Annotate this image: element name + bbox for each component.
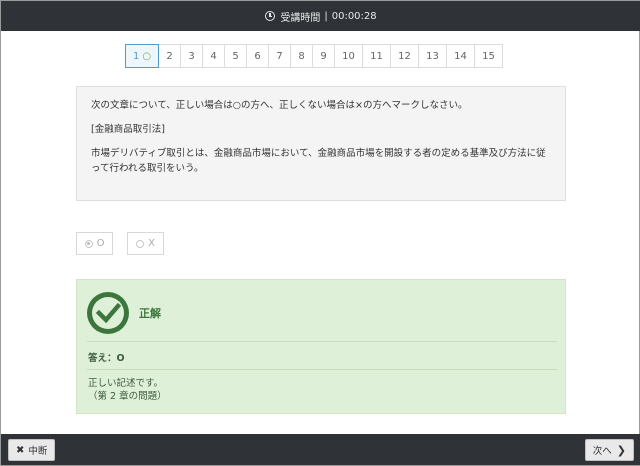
correct-answer: 答え：O: [88, 353, 125, 364]
pager-item-4[interactable]: 4: [202, 44, 225, 68]
chevron-right-icon: ❯: [616, 443, 626, 457]
radio-selected-icon: [84, 239, 93, 248]
choice-o-label: O: [96, 238, 105, 249]
pager-item-9[interactable]: 9: [312, 44, 335, 68]
check-circle-icon: [87, 292, 129, 334]
pager-item-8[interactable]: 8: [290, 44, 313, 68]
next-button[interactable]: 次へ ❯: [584, 439, 634, 461]
explanation-text: 正しい記述です。: [88, 378, 164, 389]
pager-item-7[interactable]: 7: [268, 44, 291, 68]
answer-choices: O X: [76, 232, 178, 255]
top-bar: 受講時間 | 00:00:28: [1, 1, 640, 31]
close-icon: ✖: [16, 444, 25, 456]
suspend-button[interactable]: ✖ 中断: [8, 439, 56, 461]
timer-value: 00:00:28: [331, 10, 377, 22]
next-label: 次へ: [592, 446, 612, 457]
pager-item-14[interactable]: 14: [446, 44, 475, 68]
pager-item-10[interactable]: 10: [334, 44, 363, 68]
result-title: 正解: [139, 307, 161, 320]
pager-item-2[interactable]: 2: [158, 44, 181, 68]
choice-o[interactable]: O: [76, 232, 113, 255]
question-body: 市場デリバティブ取引とは、金融商品市場において、金融商品市場を開設する者の定める…: [91, 148, 546, 174]
pager-item-1[interactable]: 1 ○: [125, 44, 159, 68]
pager-item-15[interactable]: 15: [474, 44, 503, 68]
choice-x-label: X: [148, 238, 155, 249]
choice-x[interactable]: X: [127, 232, 164, 255]
bottom-bar: ✖ 中断 次へ ❯: [1, 434, 640, 465]
question-instruction: 次の文章について、正しい場合は○の方へ、正しくない場合は×の方へマークしなさい。: [91, 100, 468, 111]
suspend-label: 中断: [28, 446, 48, 457]
chapter-note: （第 2 章の問題）: [88, 391, 167, 402]
result-divider: [87, 369, 557, 370]
result-panel: 正解 答え：O 正しい記述です。 （第 2 章の問題）: [76, 279, 566, 414]
question-pager: 1 ○ 2 3 4 5 6 7 8 9 10 11 12 13 14 15: [125, 44, 503, 68]
pager-item-13[interactable]: 13: [418, 44, 447, 68]
radio-unselected-icon: [136, 239, 145, 248]
pager-item-label: 1: [132, 50, 140, 62]
explanation: 正しい記述です。 （第 2 章の問題）: [88, 377, 167, 403]
correct-mark: ○: [142, 50, 152, 62]
pager-item-5[interactable]: 5: [224, 44, 247, 68]
result-divider: [87, 341, 557, 342]
result-header: 正解: [87, 292, 161, 334]
clock-icon: [265, 11, 276, 21]
pager-item-3[interactable]: 3: [180, 44, 203, 68]
question-category: [金融商品取引法]: [91, 124, 165, 135]
pager-item-6[interactable]: 6: [246, 44, 269, 68]
timer-separator: |: [324, 10, 328, 22]
exam-window: 受講時間 | 00:00:28 1 ○ 2 3 4 5 6 7 8 9 10 11…: [0, 0, 640, 466]
pager-item-12[interactable]: 12: [390, 44, 419, 68]
timer-label: 受講時間: [280, 12, 321, 24]
question-panel: 次の文章について、正しい場合は○の方へ、正しくない場合は×の方へマークしなさい。…: [76, 86, 566, 201]
pager-item-11[interactable]: 11: [362, 44, 391, 68]
